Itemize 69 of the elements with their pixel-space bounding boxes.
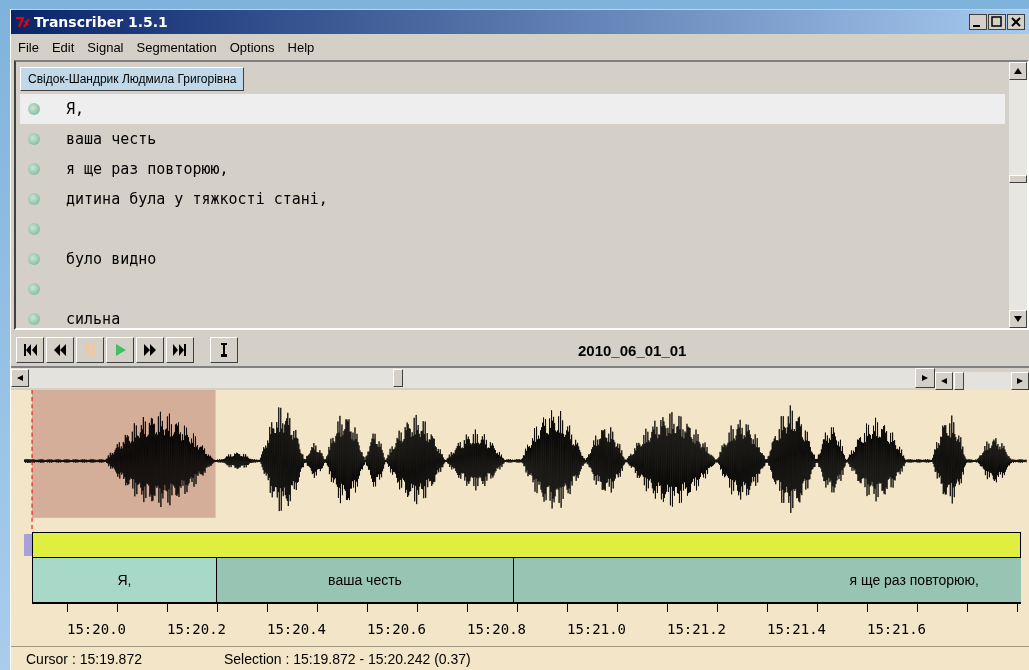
time-label: 15:20.0: [67, 621, 127, 637]
time-label: 15:21.0: [567, 621, 627, 637]
segment-dot-icon[interactable]: [28, 163, 40, 175]
segment-dot-icon[interactable]: [28, 313, 40, 325]
time-label: 15:21.6: [867, 621, 927, 637]
window-title: Transcriber 1.5.1: [34, 14, 168, 30]
menu-item[interactable]: Edit: [51, 39, 75, 55]
play-button[interactable]: [106, 337, 134, 363]
segment-dot-icon[interactable]: [28, 133, 40, 145]
segment-text: Я,: [117, 572, 132, 588]
transcript-text: Я,: [66, 100, 85, 118]
segment-dot-icon[interactable]: [28, 223, 40, 235]
time-label: 15:21.2: [667, 621, 727, 637]
time-label: 15:20.6: [367, 621, 427, 637]
transcript-row[interactable]: дитина була у тяжкості стані,: [20, 184, 1005, 214]
segment-dot-icon[interactable]: [28, 193, 40, 205]
transcript-text: дитина була у тяжкості стані,: [66, 190, 328, 208]
segment-block[interactable]: ваша честь: [216, 558, 513, 604]
time-label: 15:21.4: [767, 621, 827, 637]
up-arrow-icon[interactable]: [1014, 67, 1022, 75]
maximize-icon[interactable]: [988, 14, 1006, 30]
speaker-button[interactable]: Свідок-Шандрик Людмила Григорівна: [20, 67, 245, 91]
skip-start-icon: [22, 342, 38, 358]
scrollbar-thumb[interactable]: [393, 369, 403, 387]
horizontal-scrollbar[interactable]: [11, 368, 915, 388]
transcript-row[interactable]: я ще раз повторюю,: [20, 154, 1005, 184]
minimize-icon[interactable]: [969, 14, 987, 30]
fast-forward-button[interactable]: [136, 337, 164, 363]
selection-time: Selection : 15:19.872 - 15:20.242 (0.37): [223, 650, 471, 667]
cursor-button[interactable]: [210, 337, 238, 363]
close-icon[interactable]: [1007, 14, 1025, 30]
time-label: 15:20.8: [467, 621, 527, 637]
segment-text: я ще раз повторюю,: [849, 572, 979, 588]
left-arrow-icon[interactable]: [17, 375, 23, 381]
vertical-scrollbar[interactable]: [1009, 62, 1027, 328]
menu-item[interactable]: Signal: [87, 39, 124, 55]
segment-dot-icon[interactable]: [28, 103, 40, 115]
rewind-icon: [52, 342, 68, 358]
skip-end-icon: [172, 342, 188, 358]
menu-item[interactable]: Help: [287, 39, 315, 55]
rewind-button[interactable]: [46, 337, 74, 363]
skip-end-button[interactable]: [166, 337, 194, 363]
transcript-row[interactable]: сильна: [20, 304, 1005, 328]
selected-row[interactable]: Я,: [20, 94, 1005, 124]
segment-text: ваша честь: [328, 572, 402, 588]
time-label: 15:20.2: [167, 621, 227, 637]
time-label: 15:20.4: [267, 621, 327, 637]
feather-icon: [15, 16, 31, 28]
transcript-text: я ще раз повторюю,: [66, 160, 229, 178]
down-arrow-icon[interactable]: [1014, 315, 1022, 323]
file-name: 2010_06_01_01: [578, 341, 687, 359]
segment-dot-icon[interactable]: [28, 253, 40, 265]
segment-block[interactable]: я ще раз повторюю,: [513, 558, 1021, 604]
segment-block[interactable]: Я,: [32, 558, 216, 604]
transcript-text: сильна: [66, 310, 121, 328]
segment-dot-icon[interactable]: [28, 283, 40, 295]
menu-item[interactable]: Options: [229, 39, 275, 55]
transcript-row[interactable]: ваша честь: [20, 124, 1005, 154]
scrollbar-thumb[interactable]: [1009, 175, 1027, 183]
right-arrow-icon[interactable]: [922, 375, 928, 381]
menu-item[interactable]: Segmentation: [136, 39, 217, 55]
menu-item[interactable]: File: [18, 39, 39, 55]
transcript-text: було видно: [66, 250, 157, 268]
fast-forward-icon: [142, 342, 158, 358]
speaker-marker: [24, 534, 32, 556]
transcript-text: ваша честь: [66, 130, 157, 148]
skip-start-button[interactable]: [16, 337, 44, 363]
cursor-time: Cursor : 15:19.872: [26, 650, 142, 667]
transcript-row[interactable]: було видно: [20, 244, 1005, 274]
